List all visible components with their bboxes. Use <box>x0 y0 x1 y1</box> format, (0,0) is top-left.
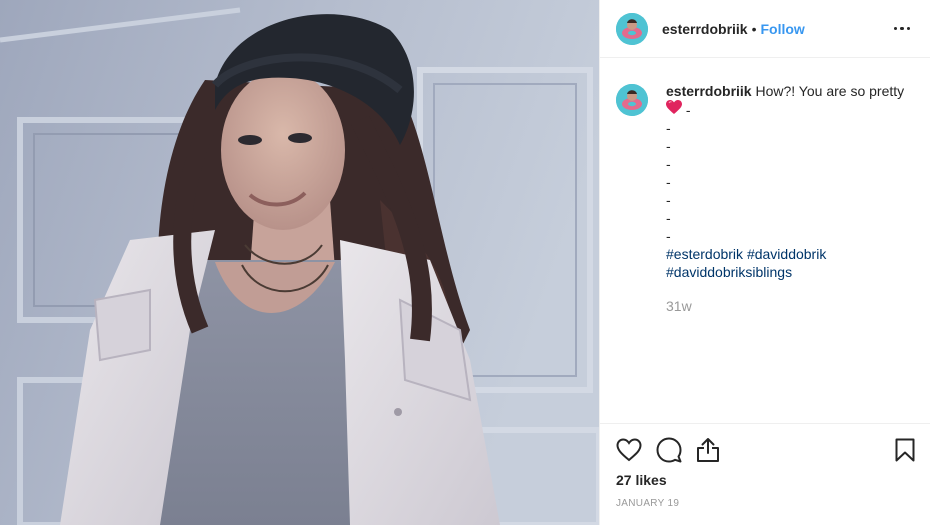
separator-dot: • <box>751 20 757 37</box>
caption-dash-line: - <box>666 210 671 226</box>
caption-comment: esterrdobriik How?! You are so pretty - … <box>600 58 930 422</box>
post-actions-section: 27 likes JANUARY 19 <box>600 423 930 525</box>
comment-timestamp[interactable]: 31w <box>666 297 914 315</box>
caption-dash-line: - <box>666 174 671 190</box>
bookmark-icon <box>895 438 915 462</box>
share-button[interactable] <box>696 430 736 470</box>
caption-username[interactable]: esterrdobriik <box>666 83 752 99</box>
caption-dash-line: - <box>666 156 671 172</box>
caption-avatar[interactable] <box>616 84 648 116</box>
action-bar <box>616 424 915 472</box>
hashtag-link[interactable]: #daviddobrik <box>747 246 826 262</box>
avatar-image <box>616 84 648 116</box>
caption-text: How?! You are so pretty <box>755 83 905 99</box>
save-button[interactable] <box>887 430 915 470</box>
comment-bubble-icon <box>656 437 682 463</box>
avatar[interactable] <box>616 12 648 45</box>
header-username[interactable]: esterrdobriik <box>662 21 748 37</box>
post-photo[interactable] <box>0 0 599 525</box>
post-date[interactable]: JANUARY 19 <box>616 498 915 509</box>
caption-dash-line: - <box>666 228 671 244</box>
heart-outline-icon <box>616 438 642 462</box>
comment-button[interactable] <box>656 430 696 470</box>
caption-dash-line: - <box>666 120 671 136</box>
hashtag-link[interactable]: #daviddobriksiblings <box>666 264 792 280</box>
like-button[interactable] <box>616 430 656 470</box>
post-details-panel: esterrdobriik • Follow esterrdobriik How… <box>599 0 930 525</box>
caption-dash-line: - <box>666 138 671 154</box>
likes-count[interactable]: 27 likes <box>616 472 915 488</box>
photo-illustration <box>0 0 599 525</box>
hashtag-link[interactable]: #esterdobrik <box>666 246 743 262</box>
more-options-icon[interactable] <box>890 17 914 41</box>
caption-dash: - <box>685 102 691 118</box>
red-heart-emoji-icon <box>666 100 682 114</box>
follow-button[interactable]: Follow <box>761 21 805 37</box>
post-header: esterrdobriik • Follow <box>600 0 930 58</box>
avatar-image <box>616 12 648 45</box>
share-upload-icon <box>697 438 719 462</box>
caption-body: esterrdobriik How?! You are so pretty - … <box>666 82 914 422</box>
caption-dash-line: - <box>666 192 671 208</box>
